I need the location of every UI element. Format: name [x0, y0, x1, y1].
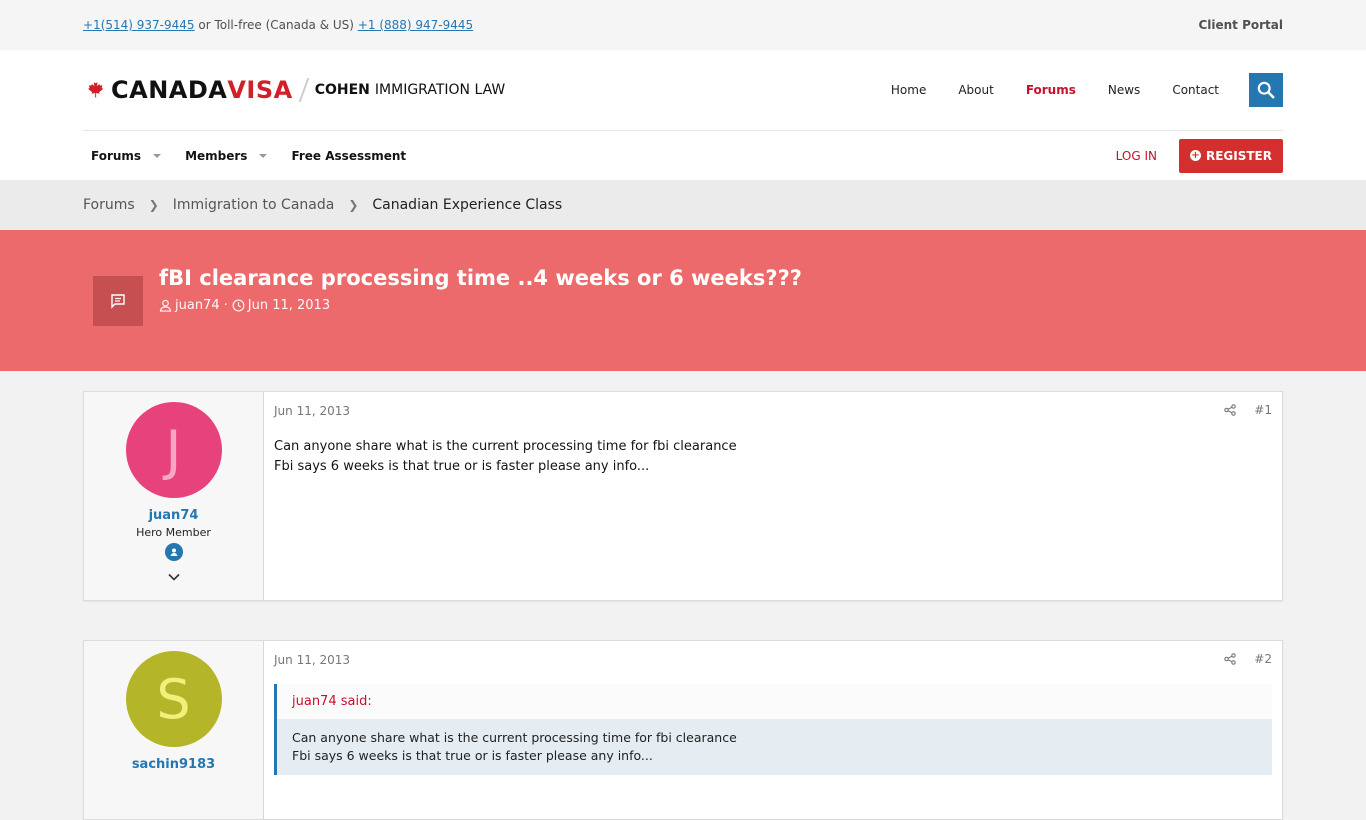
subnav-members[interactable]: Members: [185, 148, 268, 163]
quote-body: Can anyone share what is the current pro…: [277, 719, 1272, 775]
thread-meta: juan74 · Jun 11, 2013: [159, 298, 802, 313]
register-button[interactable]: + REGISTER: [1178, 138, 1283, 173]
login-link[interactable]: LOG IN: [1116, 149, 1157, 163]
verified-user-icon: [164, 543, 183, 561]
logo-canada-text: CANADA: [111, 76, 228, 104]
post-tools: #1: [1224, 403, 1272, 417]
post-content: Jun 11, 2013 #2 juan74 said: Can anyone …: [264, 641, 1282, 819]
main-nav: Home About Forums News Contact: [859, 73, 1283, 107]
post-date-link[interactable]: Jun 11, 2013: [274, 653, 350, 667]
post-date-link[interactable]: Jun 11, 2013: [274, 404, 350, 418]
username-link[interactable]: juan74: [149, 508, 199, 523]
clock-icon: [232, 299, 245, 312]
thread-icon: [93, 276, 143, 326]
thread-header: fBI clearance processing time ..4 weeks …: [0, 230, 1366, 371]
phone-info: +1(514) 937-9445 or Toll-free (Canada & …: [83, 18, 473, 32]
share-icon[interactable]: [1224, 653, 1237, 665]
post-tools: #2: [1224, 652, 1272, 666]
breadcrumb-immigration[interactable]: Immigration to Canada: [173, 197, 335, 213]
user-title: Hero Member: [136, 526, 211, 539]
subnav-members-label: Members: [185, 148, 248, 163]
post-text-line: Fbi says 6 weeks is that true or is fast…: [274, 459, 650, 474]
thread-date-link[interactable]: Jun 11, 2013: [248, 298, 330, 313]
nav-about[interactable]: About: [958, 83, 993, 97]
register-label: REGISTER: [1205, 148, 1272, 163]
phone-tollfree-link[interactable]: +1 (888) 947-9445: [358, 18, 473, 32]
nav-news[interactable]: News: [1108, 83, 1140, 97]
logo-visa-text: VISA: [227, 76, 293, 104]
chevron-down-icon: [153, 153, 162, 158]
chevron-right-icon: ❯: [348, 198, 359, 212]
maple-leaf-icon: [88, 79, 104, 98]
post-body: Can anyone share what is the current pro…: [274, 437, 1272, 477]
quote-block: juan74 said: Can anyone share what is th…: [274, 684, 1272, 775]
chat-bubble-icon: [111, 294, 125, 309]
top-bar: +1(514) 937-9445 or Toll-free (Canada & …: [0, 0, 1366, 50]
site-header: CANADA VISA COHEN IMMIGRATION LAW Home A…: [0, 50, 1366, 130]
breadcrumb-forums[interactable]: Forums: [83, 197, 135, 213]
post-user-cell: S sachin9183: [84, 641, 264, 819]
post-2: S sachin9183 Jun 11, 2013 #2 juan74 said…: [83, 640, 1283, 820]
plus-circle-icon: +: [1189, 150, 1201, 161]
quote-text-line: Fbi says 6 weeks is that true or is fast…: [292, 748, 653, 763]
sub-nav: Forums Members Free Assessment LOG IN + …: [83, 130, 1283, 180]
expand-user-info-button[interactable]: [167, 571, 181, 586]
share-icon[interactable]: [1224, 404, 1237, 416]
site-logo[interactable]: CANADA VISA COHEN IMMIGRATION LAW: [83, 76, 505, 104]
search-button[interactable]: [1249, 73, 1283, 107]
avatar[interactable]: S: [125, 651, 222, 747]
quote-text-line: Can anyone share what is the current pro…: [292, 730, 737, 745]
post-1: J juan74 Hero Member Jun 11, 2013 #1 Can…: [83, 391, 1283, 601]
post-number-link[interactable]: #2: [1254, 652, 1272, 666]
nav-forums[interactable]: Forums: [1026, 83, 1076, 97]
nav-contact[interactable]: Contact: [1172, 83, 1219, 97]
logo-law-text: IMMIGRATION LAW: [374, 82, 506, 98]
avatar[interactable]: J: [125, 402, 222, 498]
search-icon: [1257, 81, 1275, 99]
post-number-link[interactable]: #1: [1254, 403, 1272, 417]
post-user-cell: J juan74 Hero Member: [84, 392, 264, 600]
breadcrumb: Forums ❯ Immigration to Canada ❯ Canadia…: [0, 180, 1366, 230]
thread-title: fBI clearance processing time ..4 weeks …: [159, 266, 802, 290]
user-icon: [159, 299, 172, 312]
username-link[interactable]: sachin9183: [132, 757, 215, 772]
subnav-free-assessment[interactable]: Free Assessment: [291, 149, 406, 163]
phone-separator: or Toll-free (Canada & US): [198, 18, 354, 32]
chevron-down-icon: [259, 153, 268, 158]
breadcrumb-cec[interactable]: Canadian Experience Class: [372, 197, 562, 213]
nav-home[interactable]: Home: [891, 83, 926, 97]
quote-author-link[interactable]: juan74 said:: [277, 684, 1272, 719]
post-content: Jun 11, 2013 #1 Can anyone share what is…: [264, 392, 1282, 600]
thread-author-link[interactable]: juan74: [175, 298, 220, 313]
post-text-line: Can anyone share what is the current pro…: [274, 439, 737, 454]
phone-local-link[interactable]: +1(514) 937-9445: [83, 18, 195, 32]
subnav-forums[interactable]: Forums: [91, 148, 162, 163]
client-portal-link[interactable]: Client Portal: [1198, 18, 1283, 32]
chevron-right-icon: ❯: [148, 198, 159, 212]
subnav-forums-label: Forums: [91, 148, 142, 163]
sub-nav-wrapper: Forums Members Free Assessment LOG IN + …: [0, 130, 1366, 180]
logo-cohen-text: COHEN: [314, 82, 370, 98]
meta-separator: ·: [223, 298, 228, 313]
chevron-down-icon: [167, 573, 180, 581]
logo-divider: [298, 78, 310, 102]
